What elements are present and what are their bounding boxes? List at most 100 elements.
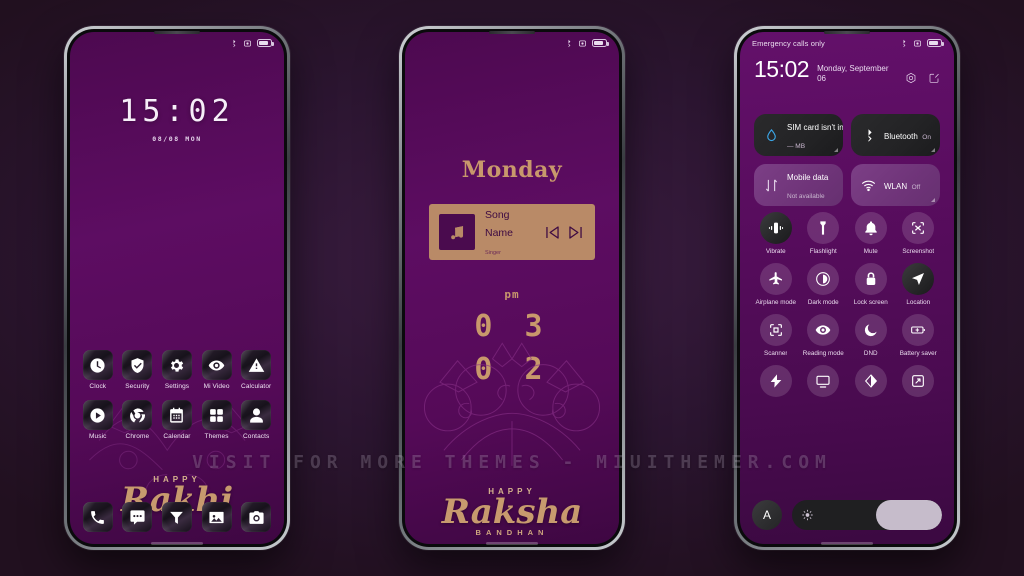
- dock-item-phone[interactable]: [78, 502, 118, 532]
- connectivity-cards: SIM card isn't installed — MB Bluetooth …: [754, 114, 940, 206]
- expand-corner-icon[interactable]: [931, 198, 935, 202]
- qs-tile-dnd[interactable]: DND: [847, 314, 895, 357]
- app-item-music[interactable]: Music: [78, 400, 118, 440]
- day-of-week-widget: Monday: [461, 157, 563, 183]
- qs-card-title: Bluetooth: [884, 132, 918, 141]
- qs-card-text: SIM card isn't installed — MB: [787, 117, 843, 153]
- clock-minutes: 0 2: [474, 352, 550, 387]
- qs-tile-lightning[interactable]: [752, 365, 800, 401]
- qs-tile-battery-saver[interactable]: Battery saver: [895, 314, 943, 357]
- gear-icon: [161, 350, 192, 380]
- chat-bubble-icon: [122, 502, 153, 532]
- play-circle-icon: [82, 400, 113, 430]
- app-label: Calendar: [163, 433, 191, 440]
- app-item-calendar[interactable]: Calendar: [157, 400, 197, 440]
- app-item-clock[interactable]: Clock: [78, 350, 118, 390]
- qs-card-text: Mobile data Not available: [787, 167, 834, 203]
- dock: [78, 502, 276, 532]
- qs-tile-label: Location: [906, 299, 931, 306]
- phone1-status-bar: [70, 32, 284, 54]
- phone-device-1: 15:02 08/08 MON HAPPY Rakhi Clock Securi…: [64, 26, 290, 550]
- qs-tile-vibrate[interactable]: Vibrate: [752, 212, 800, 255]
- qs-card-title: SIM card isn't installed: [787, 123, 843, 132]
- dock-item-camera[interactable]: [236, 502, 276, 532]
- qs-tile-mute[interactable]: Mute: [847, 212, 895, 255]
- navigation-bar: [151, 542, 203, 545]
- qs-tile-dark-mode[interactable]: Dark mode: [800, 263, 848, 306]
- lightning-icon: [759, 365, 792, 397]
- data-arrows-icon: [763, 177, 780, 194]
- header-date: Monday, September 06: [817, 64, 889, 83]
- song-title: Song Name: [485, 209, 514, 239]
- battery-plus-icon: [902, 314, 935, 346]
- quick-settings-grid: Vibrate Flashlight Mute Screenshot Airpl…: [752, 212, 942, 401]
- qs-tile-location[interactable]: Location: [895, 263, 943, 306]
- app-label: Clock: [89, 383, 107, 390]
- phone1-screen: 15:02 08/08 MON HAPPY Rakhi Clock Securi…: [70, 32, 284, 544]
- qs-tile-label: Lock screen: [853, 299, 888, 306]
- qs-card-subtitle: Off: [911, 184, 921, 191]
- contrast-circle-icon: [807, 263, 840, 295]
- app-item-contacts[interactable]: Contacts: [236, 400, 276, 440]
- bluetooth-icon: [860, 127, 877, 144]
- app-grid: Clock Security Settings Mi Video Calcula…: [78, 350, 276, 440]
- qs-tile-label: DND: [863, 350, 878, 357]
- music-note-icon: [439, 214, 475, 250]
- alarm-icon: [579, 40, 586, 46]
- app-label: Contacts: [242, 433, 270, 440]
- dock-item-messages[interactable]: [118, 502, 158, 532]
- dock-item-browser[interactable]: [157, 502, 197, 532]
- qs-tile-rotate-screen[interactable]: [895, 365, 943, 401]
- qs-tile-cast[interactable]: [800, 365, 848, 401]
- image-icon: [201, 502, 232, 532]
- brightness-slider[interactable]: [792, 500, 942, 530]
- skip-previous-icon[interactable]: [543, 223, 562, 242]
- qs-tile-reading-mode[interactable]: Reading mode: [800, 314, 848, 357]
- app-item-security[interactable]: Security: [118, 350, 158, 390]
- qs-tile-flashlight[interactable]: Flashlight: [800, 212, 848, 255]
- lockscreen-date: 08/08 MON: [152, 135, 202, 143]
- cast-icon: [807, 365, 840, 397]
- greeting-sub-text: BANDHAN: [475, 528, 549, 538]
- qs-card-sim[interactable]: SIM card isn't installed — MB: [754, 114, 843, 156]
- qs-tile-airplane-mode[interactable]: Airplane mode: [752, 263, 800, 306]
- auto-brightness-button[interactable]: A: [752, 500, 782, 530]
- app-label: Settings: [164, 383, 190, 390]
- qs-card-mobile-data[interactable]: Mobile data Not available: [754, 164, 843, 206]
- qs-card-subtitle: — MB: [787, 143, 806, 150]
- qs-tile-label: Dark mode: [807, 299, 839, 306]
- funnel-icon: [161, 502, 192, 532]
- settings-icon[interactable]: [905, 72, 917, 84]
- edit-icon[interactable]: [928, 72, 940, 84]
- rotate-screen-icon: [902, 365, 935, 397]
- dock-item-gallery[interactable]: [197, 502, 237, 532]
- app-item-chrome[interactable]: Chrome: [118, 400, 158, 440]
- qs-card-bluetooth[interactable]: Bluetooth On: [851, 114, 940, 156]
- app-item-mi-video[interactable]: Mi Video: [197, 350, 237, 390]
- meridiem-label: pm: [504, 288, 520, 301]
- rakhi-greeting-2: HAPPY Raksha BANDHAN: [405, 487, 619, 537]
- flashlight-icon: [807, 212, 840, 244]
- bluetooth-icon: [233, 39, 236, 47]
- qs-tile-lock-screen[interactable]: Lock screen: [847, 263, 895, 306]
- expand-corner-icon[interactable]: [834, 148, 838, 152]
- qs-tile-color-contrast[interactable]: [847, 365, 895, 401]
- earpiece-speaker: [154, 31, 200, 34]
- qs-tile-screenshot[interactable]: Screenshot: [895, 212, 943, 255]
- moon-icon: [854, 314, 887, 346]
- qs-card-wlan[interactable]: WLAN Off: [851, 164, 940, 206]
- qs-tile-label: Airplane mode: [755, 299, 797, 306]
- skip-next-icon[interactable]: [566, 223, 585, 242]
- phone2-screen: Monday Song Name Singer pm 0 3 0 2 HAPPY…: [405, 32, 619, 544]
- music-player-widget[interactable]: Song Name Singer: [429, 204, 595, 260]
- app-item-calculator[interactable]: Calculator: [236, 350, 276, 390]
- header-actions: [905, 72, 940, 84]
- navigation-bar: [486, 542, 538, 545]
- qs-tile-scanner[interactable]: Scanner: [752, 314, 800, 357]
- music-metadata: Song Name Singer: [485, 205, 533, 259]
- app-item-themes[interactable]: Themes: [197, 400, 237, 440]
- mandala-art: [423, 342, 601, 466]
- app-item-settings[interactable]: Settings: [157, 350, 197, 390]
- qs-tile-label: Battery saver: [899, 350, 937, 357]
- expand-corner-icon[interactable]: [931, 148, 935, 152]
